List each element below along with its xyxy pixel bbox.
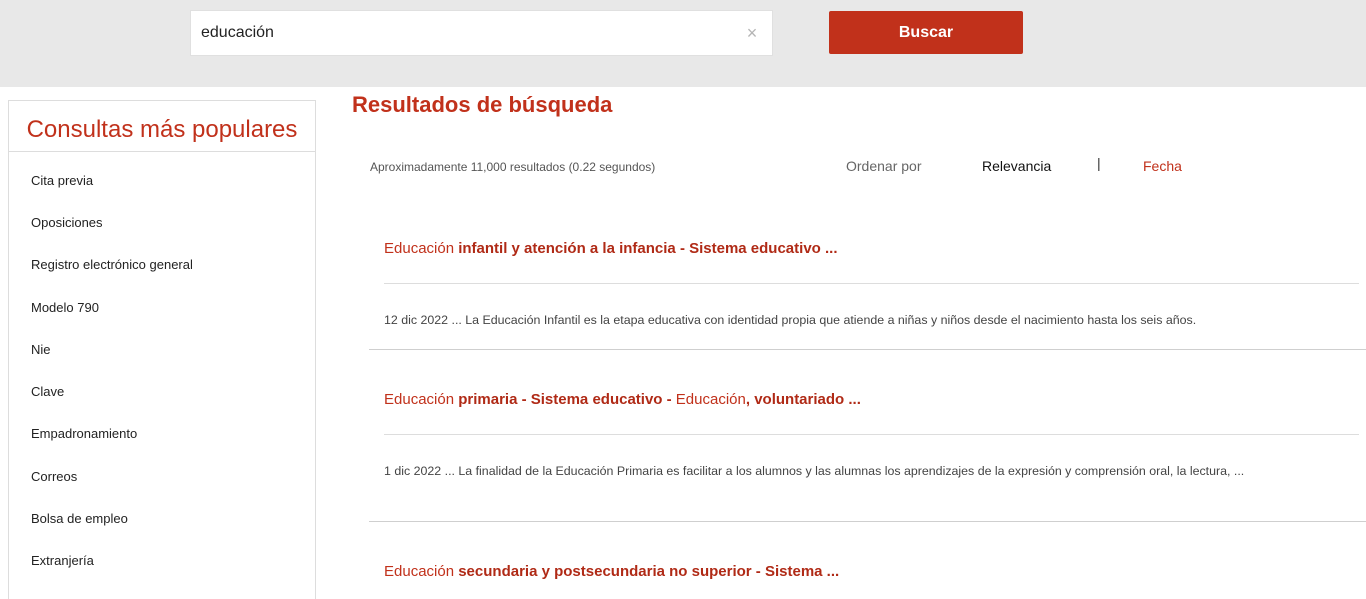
result-separator (369, 521, 1366, 522)
result-item: Educación secundaria y postsecundaria no… (369, 563, 1366, 599)
sidebar-item-registro-electronico[interactable]: Registro electrónico general (9, 244, 315, 286)
result-title-highlight: primaria - Sistema educativo - (458, 391, 676, 408)
result-snippet: 1 dic 2022 ... La finalidad de la Educac… (384, 464, 1245, 478)
result-title-link[interactable]: Educación secundaria y postsecundaria no… (384, 563, 839, 580)
sidebar-item-modelo-790[interactable]: Modelo 790 (9, 286, 315, 328)
page-title: Resultados de búsqueda (352, 92, 613, 117)
sidebar-item-nie[interactable]: Nie (9, 328, 315, 370)
result-title-highlight: secundaria y postsecundaria no superior … (458, 563, 840, 580)
popular-queries-panel: Consultas más populares Cita previa Opos… (8, 100, 316, 599)
popular-queries-title: Consultas más populares (9, 101, 315, 152)
sidebar-item-extranjeria[interactable]: Extranjería (9, 540, 315, 582)
result-divider (384, 283, 1359, 284)
sidebar-item-correos[interactable]: Correos (9, 455, 315, 497)
sidebar-item-oposiciones[interactable]: Oposiciones (9, 201, 315, 243)
result-item: Educación primaria - Sistema educativo -… (369, 391, 1366, 523)
sidebar-item-clave[interactable]: Clave (9, 370, 315, 412)
result-title-prefix: Educación (384, 391, 459, 408)
results-area: Resultados de búsqueda Aproximadamente 1… (352, 0, 1366, 599)
popular-queries-list: Cita previa Oposiciones Registro electró… (9, 159, 315, 582)
result-title-highlight: infantil y atención a la infancia - Sist… (458, 240, 838, 257)
result-title-link[interactable]: Educación primaria - Sistema educativo -… (384, 391, 861, 408)
result-title-prefix: Educación (384, 563, 459, 580)
sidebar-item-bolsa-de-empleo[interactable]: Bolsa de empleo (9, 497, 315, 539)
result-separator (369, 349, 1366, 350)
sort-by-date-link[interactable]: Fecha (1143, 158, 1182, 174)
result-title-link[interactable]: Educación infantil y atención a la infan… (384, 240, 838, 257)
sort-separator: | (1097, 155, 1101, 171)
result-title-prefix: Educación (384, 240, 459, 257)
result-title-highlight: , voluntariado ... (745, 391, 861, 408)
result-item: Educación infantil y atención a la infan… (369, 240, 1366, 352)
result-snippet: 12 dic 2022 ... La Educación Infantil es… (384, 313, 1197, 327)
sort-label: Ordenar por (846, 158, 922, 174)
sort-by-relevance-link[interactable]: Relevancia (982, 158, 1051, 174)
sidebar-item-cita-previa[interactable]: Cita previa (9, 159, 315, 201)
result-title-mid: Educación (675, 391, 746, 408)
results-stats: Aproximadamente 11,000 resultados (0.22 … (370, 160, 656, 174)
result-divider (384, 434, 1359, 435)
sidebar-item-empadronamiento[interactable]: Empadronamiento (9, 413, 315, 455)
